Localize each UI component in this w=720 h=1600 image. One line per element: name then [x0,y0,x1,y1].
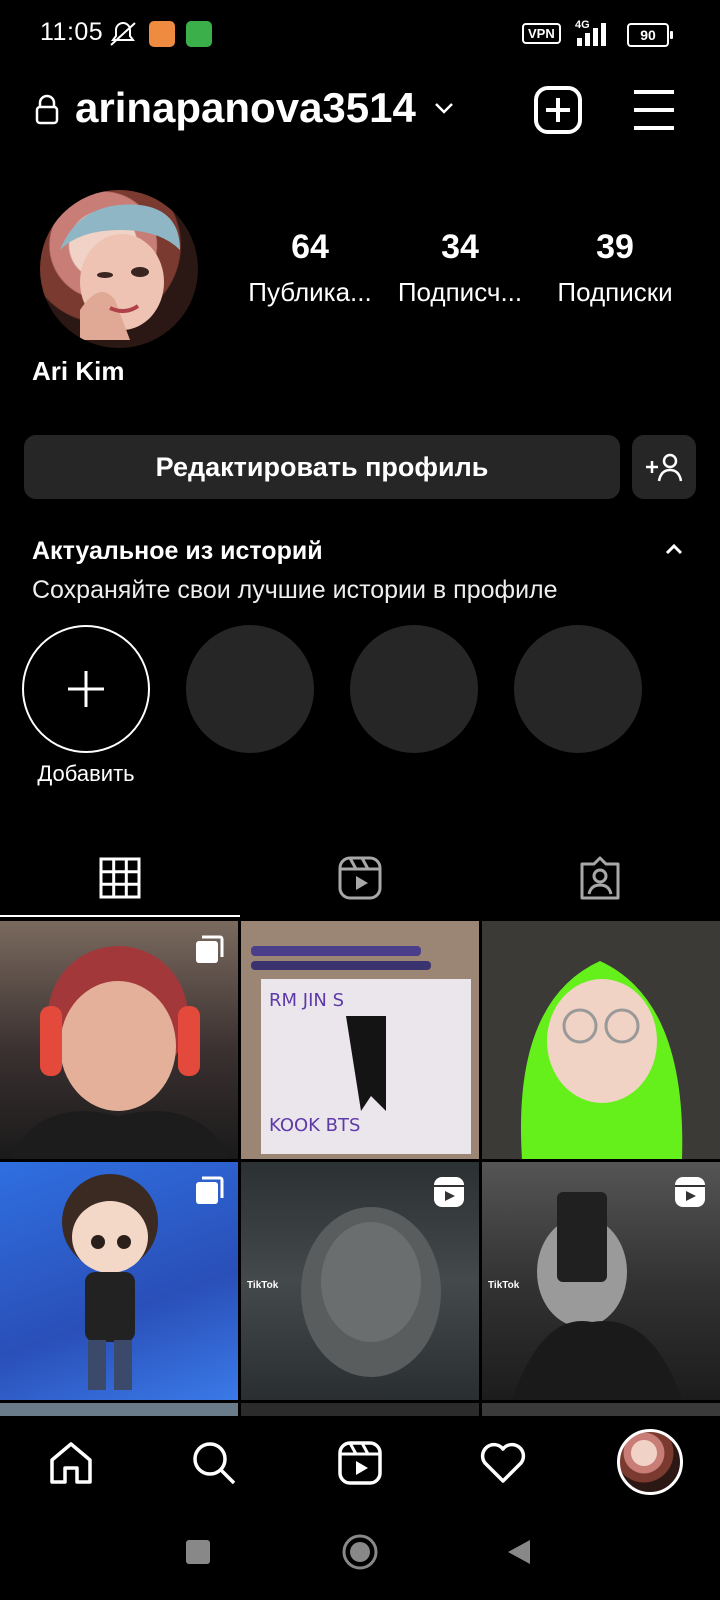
tab-tagged[interactable] [480,838,720,918]
account-switcher[interactable]: arinapanova3514 [75,84,416,132]
nav-profile-avatar[interactable] [617,1429,683,1495]
nav-search[interactable] [179,1428,249,1498]
carousel-icon [194,1176,224,1211]
create-button[interactable] [530,82,586,138]
post-thumbnail[interactable] [0,1403,238,1416]
posts-count[interactable]: 64 Публика... [240,228,380,308]
tab-posts[interactable] [0,838,240,918]
tiktok-watermark: TikTok [488,1280,520,1291]
new-highlight-label: Добавить [37,761,135,786]
profile-avatar[interactable] [40,190,198,348]
tiktok-watermark: TikTok [247,1280,279,1291]
menu-button[interactable] [628,82,684,138]
post-thumbnail[interactable]: TikTok [482,1162,720,1400]
chevron-down-icon[interactable] [432,98,456,123]
plus-icon [68,671,104,707]
nav-reels[interactable] [325,1428,395,1498]
nav-home[interactable] [36,1428,106,1498]
svg-text:RM JIN S: RM JIN S [269,990,344,1011]
create-icon [534,86,582,134]
vpn-badge: VPN [522,23,561,44]
grid-icon [99,857,141,899]
new-highlight-button[interactable] [22,625,150,753]
tab-reels[interactable] [240,838,480,918]
app-notification-icon [186,21,212,47]
chevron-up-icon[interactable] [663,540,685,563]
highlights-subtitle: Сохраняйте свои лучшие истории в профиле [32,576,558,604]
reel-icon [433,1176,465,1213]
post-thumbnail[interactable] [482,1403,720,1416]
back-icon[interactable] [506,1538,532,1571]
display-name: Ari Kim [32,356,125,386]
highlights-title: Актуальное из историй [32,537,323,565]
battery-indicator: 90 [627,23,673,47]
edit-profile-button[interactable]: Редактировать профиль [24,435,620,499]
home-button-icon[interactable] [342,1534,378,1575]
followers-count[interactable]: 34 Подписч... [390,228,530,308]
reels-icon [338,1441,382,1485]
active-tab-indicator [0,915,240,917]
tagged-icon [580,856,620,900]
search-icon [193,1442,236,1485]
menu-icon [634,90,674,130]
carousel-icon [194,935,224,970]
svg-text:KOOK BTS: KOOK BTS [269,1115,360,1136]
network-type: 4G [575,19,590,31]
post-thumbnail[interactable]: RM JIN S KOOK BTS [241,921,479,1159]
lock-icon [34,94,60,131]
mute-icon [108,20,138,53]
nav-activity[interactable] [468,1428,538,1498]
username: arinapanova3514 [75,84,416,131]
post-thumbnail[interactable] [0,1162,238,1400]
clock: 11:05 [40,18,104,46]
recents-icon[interactable] [186,1540,210,1569]
post-thumbnail[interactable]: TikTok [241,1162,479,1400]
discover-people-button[interactable] [632,435,696,499]
reel-icon [674,1176,706,1213]
reels-icon [338,856,382,900]
app-notification-icon [149,21,175,47]
highlight-placeholder [514,625,642,753]
add-user-icon [646,453,683,482]
heart-icon [480,1442,526,1483]
status-bar: 11:05 VPN 4G 90 [0,0,720,70]
post-thumbnail[interactable] [0,921,238,1159]
post-thumbnail[interactable] [482,921,720,1159]
highlight-placeholder [186,625,314,753]
highlight-placeholder [350,625,478,753]
post-thumbnail[interactable] [241,1403,479,1416]
home-icon [50,1442,92,1484]
following-count[interactable]: 39 Подписки [545,228,685,308]
